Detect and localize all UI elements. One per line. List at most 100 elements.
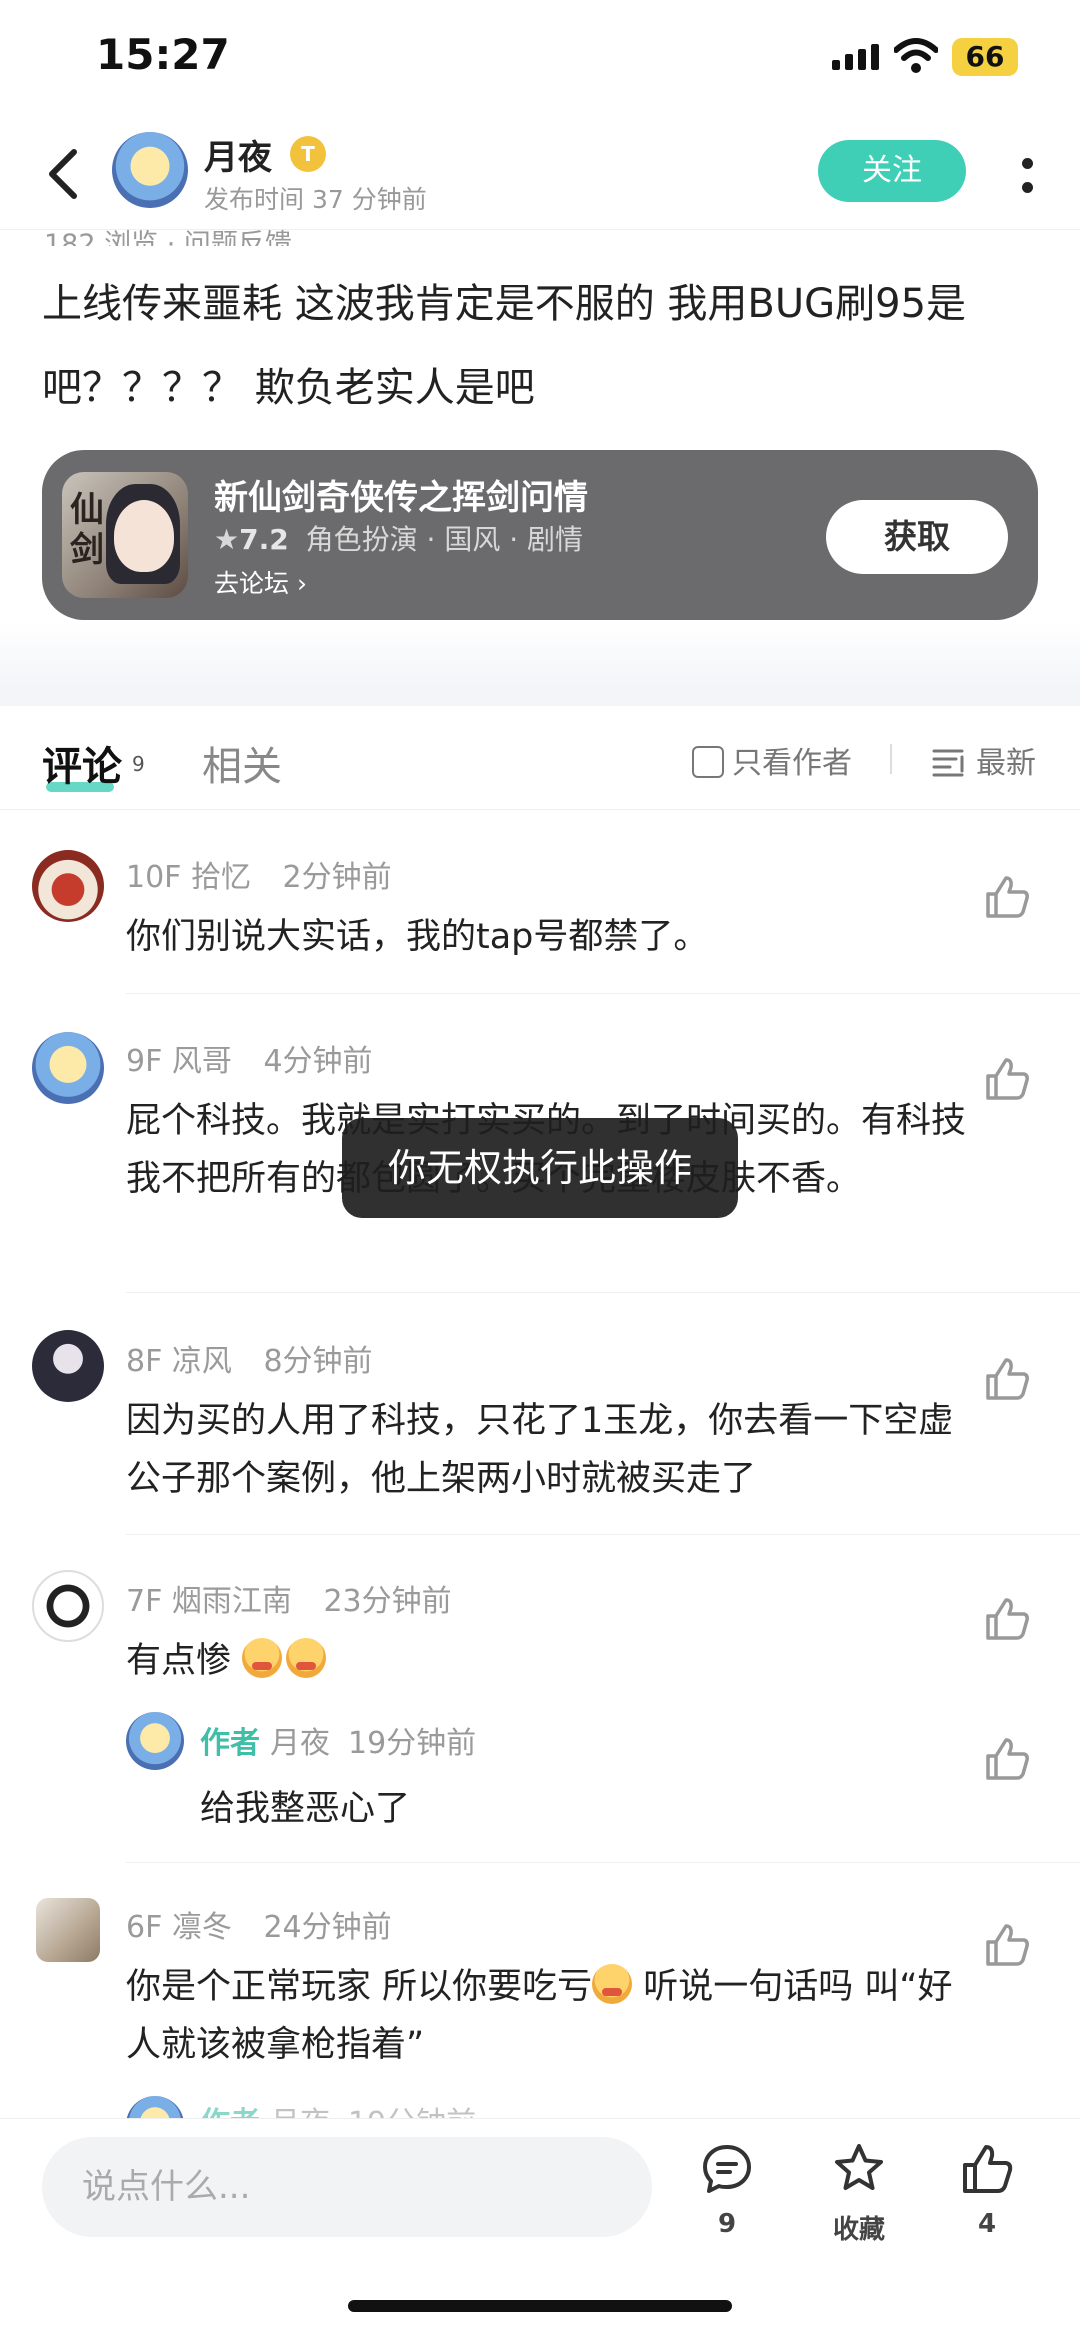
sort-label: 最新 xyxy=(976,746,1036,781)
comment-text: 有点惨 xyxy=(126,1632,966,1690)
follow-button[interactable]: 关注 xyxy=(818,140,966,202)
post-header: 月夜 T 发布时间 37 分钟前 关注 xyxy=(0,120,1080,230)
signal-icon xyxy=(832,44,880,70)
star-outline-icon xyxy=(835,2144,883,2190)
game-title[interactable]: 新仙剑奇侠传之挥剑问情 xyxy=(214,470,588,519)
comment-time: 2分钟前 xyxy=(282,860,392,895)
game-tags: 角色扮演 · 国风 · 剧情 xyxy=(305,523,584,556)
comment-user[interactable]: 风哥 xyxy=(172,1044,232,1079)
back-icon[interactable] xyxy=(38,144,98,204)
section-divider xyxy=(0,688,1080,706)
commenter-avatar[interactable] xyxy=(32,1570,104,1642)
comment-divider xyxy=(126,993,1080,994)
comment-icon xyxy=(703,2145,751,2193)
comment-meta: 7F 烟雨江南 23分钟前 xyxy=(126,1576,452,1620)
like-icon[interactable] xyxy=(982,1734,1032,1784)
post-fade xyxy=(0,620,1080,688)
game-rating: 7.2 xyxy=(239,523,289,556)
reply-user[interactable]: 月夜 xyxy=(270,1726,330,1761)
emoji-icon xyxy=(286,1638,327,1678)
comment-user[interactable]: 烟雨江南 xyxy=(172,1584,292,1619)
game-forum-link[interactable]: 去论坛 › xyxy=(214,564,307,600)
like-icon[interactable] xyxy=(982,1054,1032,1104)
thumbs-up-icon xyxy=(963,2145,1013,2193)
game-card[interactable]: 仙剑 新仙剑奇侠传之挥剑问情 ★7.2 角色扮演 · 国风 · 剧情 去论坛 ›… xyxy=(42,450,1038,620)
game-icon[interactable]: 仙剑 xyxy=(62,472,188,598)
comment-user[interactable]: 凛冬 xyxy=(172,1910,232,1945)
reply-avatar[interactable] xyxy=(126,1712,184,1770)
verified-badge-icon: T xyxy=(290,136,326,172)
comment-divider xyxy=(126,1292,1080,1293)
commenter-avatar[interactable] xyxy=(32,1032,104,1104)
comment-meta: 8F 凉风 8分钟前 xyxy=(126,1336,373,1380)
comment-floor: 8F xyxy=(126,1344,163,1379)
tab-separator xyxy=(890,744,892,774)
tab-comments[interactable]: 评论 xyxy=(42,734,122,792)
checkbox-icon[interactable] xyxy=(692,746,724,778)
comment-text: 因为买的人用了科技，只花了1玉龙，你去看一下空虚公子那个案例，他上架两小时就被买… xyxy=(126,1401,954,1499)
like-icon[interactable] xyxy=(982,1594,1032,1644)
comment-meta: 9F 风哥 4分钟前 xyxy=(126,1036,373,1080)
comment-text-part1: 你是个正常玩家 所以你要吃亏 xyxy=(126,1967,593,2007)
comment-floor: 7F xyxy=(126,1584,163,1619)
author-only-label: 只看作者 xyxy=(732,746,852,781)
post-time: 发布时间 37 分钟前 xyxy=(204,185,427,214)
star-icon: ★ xyxy=(214,523,240,556)
reply-text: 给我整恶心了 xyxy=(200,1789,411,1829)
more-options-icon[interactable] xyxy=(1012,144,1042,204)
reply-time: 19分钟前 xyxy=(348,1726,477,1761)
status-time: 15:27 xyxy=(96,30,230,79)
comment-user[interactable]: 凉风 xyxy=(172,1344,232,1379)
comment-text: 你是个正常玩家 所以你要吃亏 听说一句话吗 叫“好人就该被拿枪指着” xyxy=(126,1958,966,2074)
comment-user[interactable]: 拾忆 xyxy=(191,860,251,895)
emoji-icon xyxy=(242,1638,283,1678)
commenter-avatar[interactable] xyxy=(32,1330,104,1402)
get-game-button[interactable]: 获取 xyxy=(826,500,1008,574)
like-icon[interactable] xyxy=(982,1920,1032,1970)
comment-floor: 6F xyxy=(126,1910,163,1945)
status-bar: 15:27 66 xyxy=(0,0,1080,120)
comment-divider xyxy=(126,1862,1080,1863)
comment-floor: 10F xyxy=(126,860,182,895)
comments-action[interactable]: 9 xyxy=(672,2141,782,2239)
comment-input[interactable] xyxy=(42,2137,652,2237)
commenter-avatar[interactable] xyxy=(32,850,104,922)
comment-divider xyxy=(126,1534,1080,1535)
author-tag: 作者 xyxy=(200,1726,260,1761)
toast-message: 你无权执行此操作 xyxy=(342,1118,738,1218)
comment-time: 4分钟前 xyxy=(263,1044,373,1079)
emoji-icon xyxy=(592,1964,633,2004)
favorite-label: 收藏 xyxy=(832,2215,885,2245)
comment-time: 8分钟前 xyxy=(263,1344,373,1379)
comment-time: 23分钟前 xyxy=(323,1584,452,1619)
like-count: 4 xyxy=(977,2209,997,2239)
comment-meta: 6F 凛冬 24分钟前 xyxy=(126,1902,392,1946)
comment-time: 24分钟前 xyxy=(263,1910,392,1945)
reply-meta: 作者月夜 19分钟前 xyxy=(200,1718,476,1762)
comment-meta: 10F 拾忆 2分钟前 xyxy=(126,852,392,896)
like-icon[interactable] xyxy=(982,872,1032,922)
tab-comments-count: 9 xyxy=(132,752,145,776)
home-indicator xyxy=(348,2300,732,2312)
battery-icon: 66 xyxy=(952,38,1018,76)
sort-button[interactable]: 最新 xyxy=(932,738,1036,782)
like-action[interactable]: 4 xyxy=(932,2141,1042,2239)
post-text: 上线传来噩耗 这波我肯定是不服的 我用BUG刷95是吧？？？？ 欺负老实人是吧 xyxy=(42,281,967,411)
comment-text: 你们别说大实话，我的tap号都禁了。 xyxy=(126,917,709,957)
author-name[interactable]: 月夜 xyxy=(204,130,272,179)
author-only-toggle[interactable]: 只看作者 xyxy=(692,738,852,782)
comment-text-content: 有点惨 xyxy=(126,1641,232,1681)
like-icon[interactable] xyxy=(982,1354,1032,1404)
post-views: 182 浏览 · 问题反馈 xyxy=(44,229,292,246)
game-icon-text: 仙剑 xyxy=(70,490,104,570)
game-meta: ★7.2 角色扮演 · 国风 · 剧情 xyxy=(214,518,583,558)
commenter-avatar[interactable] xyxy=(36,1898,100,1962)
tab-related[interactable]: 相关 xyxy=(202,734,282,792)
comment-floor: 9F xyxy=(126,1044,163,1079)
author-avatar[interactable] xyxy=(112,132,188,208)
comment-tabs: 评论 9 相关 只看作者 最新 xyxy=(0,706,1080,810)
favorite-action[interactable]: 收藏 xyxy=(804,2141,914,2246)
wifi-icon xyxy=(894,38,938,73)
comment-count: 9 xyxy=(717,2209,737,2239)
sort-icon xyxy=(932,749,964,777)
